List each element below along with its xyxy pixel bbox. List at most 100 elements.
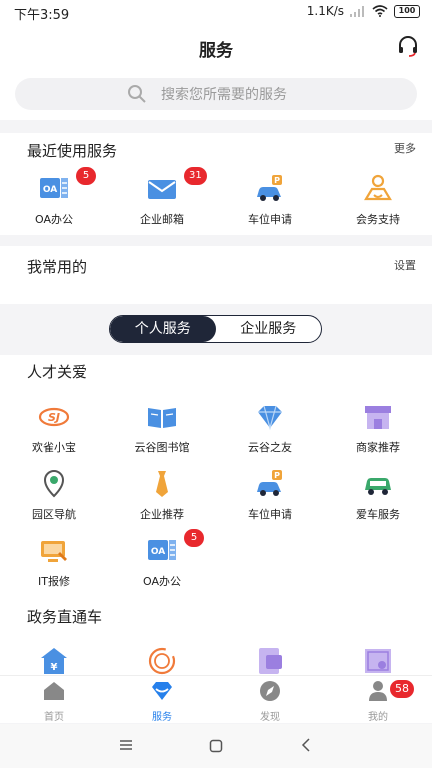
svg-text:P: P: [274, 176, 280, 185]
headset-icon[interactable]: [396, 34, 420, 58]
mine-badge: 58: [390, 680, 414, 698]
nav-home[interactable]: 首页: [0, 676, 108, 723]
tab-personal-services[interactable]: 个人服务: [110, 316, 216, 342]
service-label: 爱车服务: [356, 508, 400, 521]
oa-badge: 5: [76, 167, 96, 185]
diamond-icon: [258, 405, 282, 431]
meeting-support-icon: [364, 174, 392, 201]
nav-service[interactable]: 服务: [108, 676, 216, 723]
recent-services-title: 最近使用服务: [27, 142, 118, 160]
user-icon: [369, 681, 387, 701]
compass-icon: [260, 681, 280, 701]
car-parking-icon: P: [257, 175, 282, 201]
header: 服务 搜索您所需要的服务: [0, 24, 432, 120]
favorites-card: 我常用的 设置: [0, 246, 432, 304]
favorites-title: 我常用的: [27, 258, 88, 276]
government-service-tax[interactable]: ¥: [0, 645, 108, 677]
car-service-icon: [365, 478, 391, 495]
status-bar: 下午3:59 1.1K/s 100: [0, 0, 432, 24]
service-oa[interactable]: OA 5 OA办公: [108, 529, 216, 589]
signal-icon: [350, 6, 364, 17]
tie-icon: [156, 471, 168, 497]
book-icon: [148, 408, 176, 428]
service-friends[interactable]: 云谷之友: [216, 401, 324, 455]
nav-label: 首页: [44, 712, 64, 723]
enterprise-icon: [148, 647, 176, 675]
service-label: 云谷图书馆: [134, 441, 190, 454]
service-car-care[interactable]: 爱车服务: [324, 468, 432, 522]
menu-icon[interactable]: [119, 739, 133, 751]
search-placeholder: 搜索您所需要的服务: [161, 87, 287, 103]
battery-icon: 100: [394, 4, 420, 18]
map-pin-icon: [43, 469, 65, 498]
nav-mine[interactable]: 我的 58: [324, 676, 432, 723]
status-time: 下午3:59: [14, 8, 70, 23]
recent-service-label: OA办公: [35, 213, 73, 226]
oa-icon: OA: [148, 540, 176, 560]
nav-discover[interactable]: 发现: [216, 676, 324, 723]
shop-icon: [365, 406, 391, 429]
svg-text:OA: OA: [151, 547, 165, 557]
svg-text:P: P: [274, 471, 280, 480]
svg-text:SJ: SJ: [48, 411, 60, 424]
recent-service-mail[interactable]: 31 企业邮箱: [108, 167, 216, 227]
svg-text:OA: OA: [43, 185, 57, 195]
tax-house-icon: ¥: [41, 648, 67, 674]
service-label: IT报修: [38, 575, 70, 588]
recent-service-label: 会务支持: [356, 213, 400, 226]
service-label: OA办公: [143, 575, 181, 588]
recent-services-card: 最近使用服务 更多 OA 5 OA办公 31 企业邮箱 P 车位申请 会务支持: [0, 133, 432, 235]
government-service-enterprise[interactable]: [108, 645, 216, 677]
nav-label: 我的: [368, 712, 388, 723]
service-tabs: 个人服务 企业服务: [109, 315, 322, 343]
nav-label: 发现: [260, 712, 280, 723]
government-service-rent[interactable]: [216, 645, 324, 677]
service-merchants[interactable]: 商家推荐: [324, 401, 432, 455]
wifi-icon: [372, 5, 388, 17]
government-service-certificate[interactable]: [324, 645, 432, 677]
service-it-repair[interactable]: IT报修: [0, 535, 108, 589]
network-speed: 1.1K/s: [306, 4, 344, 18]
home-square-icon[interactable]: [209, 739, 223, 753]
service-label: 企业推荐: [140, 508, 184, 521]
it-repair-icon: [41, 541, 67, 562]
oa-badge: 5: [184, 529, 204, 547]
nav-label: 服务: [152, 712, 172, 723]
service-enterprise-recommend[interactable]: 企业推荐: [108, 468, 216, 522]
service-park-navigation[interactable]: 园区导航: [0, 468, 108, 522]
service-label: 商家推荐: [356, 441, 400, 454]
sj-logo-icon: SJ: [38, 407, 70, 427]
home-icon: [44, 682, 64, 700]
system-nav-bar: [0, 724, 432, 768]
service-parking[interactable]: P 车位申请: [216, 468, 324, 522]
svg-text:¥: ¥: [51, 662, 58, 673]
recent-service-oa[interactable]: OA 5 OA办公: [0, 167, 108, 227]
search-input[interactable]: 搜索您所需要的服务: [15, 78, 417, 110]
recent-service-label: 车位申请: [248, 213, 292, 226]
settings-link[interactable]: 设置: [394, 257, 416, 273]
service-label: 车位申请: [248, 508, 292, 521]
recent-service-meeting[interactable]: 会务支持: [324, 173, 432, 227]
service-label: 欢雀小宝: [32, 441, 76, 454]
page-title: 服务: [199, 41, 233, 61]
status-indicators: 1.1K/s 100: [307, 4, 420, 18]
service-library[interactable]: 云谷图书馆: [108, 401, 216, 455]
service-huanque[interactable]: SJ 欢雀小宝: [0, 401, 108, 455]
services-card: 人才关爱 SJ 欢雀小宝 云谷图书馆 云谷之友 商家推荐 园区导航 企业推荐 P…: [0, 355, 432, 675]
service-label: 园区导航: [32, 508, 76, 521]
service-label: 云谷之友: [248, 441, 292, 454]
certificate-icon: [365, 649, 391, 673]
mail-icon: [148, 180, 176, 199]
recent-service-parking[interactable]: P 车位申请: [216, 173, 324, 227]
bottom-nav: 首页 服务 发现 我的 58: [0, 675, 432, 723]
oa-icon: OA: [40, 178, 68, 198]
government-title: 政务直通车: [27, 608, 103, 626]
search-icon: [128, 85, 146, 103]
more-link[interactable]: 更多: [394, 140, 416, 156]
car-parking-icon: P: [257, 470, 282, 496]
rent-icon: [259, 648, 282, 674]
service-diamond-icon: [152, 682, 172, 700]
back-icon[interactable]: [301, 738, 311, 752]
mail-badge: 31: [184, 167, 207, 185]
tab-enterprise-services[interactable]: 企业服务: [216, 316, 322, 342]
